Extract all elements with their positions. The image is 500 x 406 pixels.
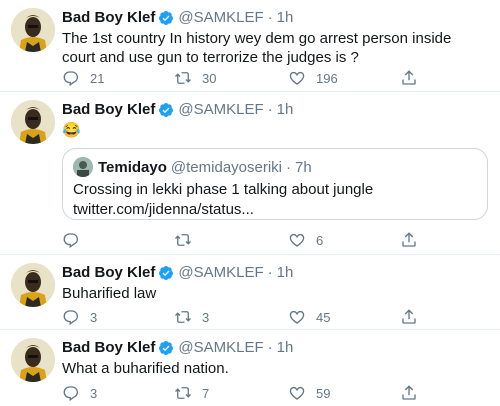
timestamp[interactable]: 1h <box>277 100 294 120</box>
reply-count: 3 <box>90 309 98 325</box>
quoted-timestamp: 7h <box>295 158 312 176</box>
reply-button[interactable]: 3 <box>62 307 97 327</box>
share-button[interactable] <box>400 230 418 250</box>
retweet-count: 30 <box>202 70 217 86</box>
tweet-text: What a buharified nation. <box>62 360 229 377</box>
quoted-text-line: Crossing in lekki phase 1 talking about … <box>73 181 374 198</box>
retweet-icon <box>175 311 191 323</box>
retweet-button[interactable]: 30 <box>174 68 216 88</box>
retweet-icon <box>175 234 191 246</box>
verified-badge-icon <box>159 11 174 25</box>
tweet[interactable]: Bad Boy Klef @SAMKLEF · 1h 😂 Temidayo @t… <box>0 92 500 255</box>
like-count: 45 <box>316 309 331 325</box>
retweet-icon <box>175 387 191 399</box>
like-button[interactable]: 45 <box>288 307 330 327</box>
separator-dot: · <box>267 101 273 118</box>
tweet[interactable]: Bad Boy Klef @SAMKLEF · 1h The 1st count… <box>0 0 500 92</box>
separator-dot: · <box>267 264 273 281</box>
reply-count: 3 <box>90 385 98 401</box>
tweet-text: 😂 <box>62 122 81 139</box>
timestamp[interactable]: 1h <box>277 8 294 28</box>
share-button[interactable] <box>400 307 418 327</box>
share-icon <box>402 309 416 324</box>
tweet-text: Buharified law <box>62 285 157 302</box>
reply-count: 21 <box>90 70 105 86</box>
separator-dot: · <box>267 339 273 356</box>
heart-icon <box>289 233 305 247</box>
like-count: 196 <box>316 70 338 86</box>
heart-icon <box>289 386 305 400</box>
reply-icon <box>63 386 79 402</box>
reply-icon <box>63 233 79 249</box>
like-count: 59 <box>316 385 331 401</box>
quoted-link[interactable]: twitter.com/jidenna/status... <box>73 200 477 220</box>
quoted-text: Crossing in lekki phase 1 talking about … <box>73 180 477 220</box>
author-handle[interactable]: @SAMKLEF <box>178 100 263 120</box>
like-count: 6 <box>316 232 324 248</box>
verified-badge-icon <box>159 341 174 355</box>
like-button[interactable]: 196 <box>288 68 338 88</box>
share-button[interactable] <box>400 383 418 403</box>
avatar[interactable] <box>11 100 55 144</box>
reply-icon <box>63 71 79 87</box>
avatar[interactable] <box>11 338 55 382</box>
heart-icon <box>289 71 305 85</box>
avatar[interactable] <box>11 8 55 52</box>
verified-badge-icon <box>159 266 174 280</box>
timestamp[interactable]: 1h <box>277 338 294 358</box>
author-handle[interactable]: @SAMKLEF <box>178 338 263 358</box>
verified-badge-icon <box>159 103 174 117</box>
separator-dot: · <box>286 158 291 176</box>
reply-button[interactable] <box>62 230 90 250</box>
quoted-tweet[interactable]: Temidayo @temidayoseriki · 7h Crossing i… <box>62 148 488 220</box>
retweet-button[interactable]: 7 <box>174 383 209 403</box>
quoted-author-handle: @temidayoseriki <box>170 158 282 176</box>
tweet-text: The 1st country In history wey dem go ar… <box>62 30 452 66</box>
retweet-count: 7 <box>202 385 210 401</box>
like-button[interactable]: 6 <box>288 230 323 250</box>
tweet[interactable]: Bad Boy Klef @SAMKLEF · 1h Buharified la… <box>0 255 500 330</box>
share-icon <box>402 70 416 85</box>
quoted-avatar <box>73 157 93 177</box>
share-icon <box>402 385 416 400</box>
author-name[interactable]: Bad Boy Klef <box>62 100 155 120</box>
separator-dot: · <box>267 9 273 26</box>
timeline: Bad Boy Klef @SAMKLEF · 1h The 1st count… <box>0 0 500 406</box>
timestamp[interactable]: 1h <box>277 263 294 283</box>
retweet-icon <box>175 72 191 84</box>
like-button[interactable]: 59 <box>288 383 330 403</box>
author-name[interactable]: Bad Boy Klef <box>62 338 155 358</box>
reply-icon <box>63 310 79 326</box>
retweet-button[interactable] <box>174 230 202 250</box>
quoted-author-name: Temidayo <box>98 158 167 176</box>
reply-button[interactable]: 3 <box>62 383 97 403</box>
heart-icon <box>289 310 305 324</box>
author-handle[interactable]: @SAMKLEF <box>178 263 263 283</box>
author-handle[interactable]: @SAMKLEF <box>178 8 263 28</box>
author-name[interactable]: Bad Boy Klef <box>62 263 155 283</box>
share-icon <box>402 232 416 247</box>
share-button[interactable] <box>400 68 418 88</box>
tweet[interactable]: Bad Boy Klef @SAMKLEF · 1h What a buhari… <box>0 330 500 406</box>
avatar[interactable] <box>11 263 55 307</box>
reply-button[interactable]: 21 <box>62 68 104 88</box>
retweet-count: 3 <box>202 309 210 325</box>
author-name[interactable]: Bad Boy Klef <box>62 8 155 28</box>
retweet-button[interactable]: 3 <box>174 307 209 327</box>
